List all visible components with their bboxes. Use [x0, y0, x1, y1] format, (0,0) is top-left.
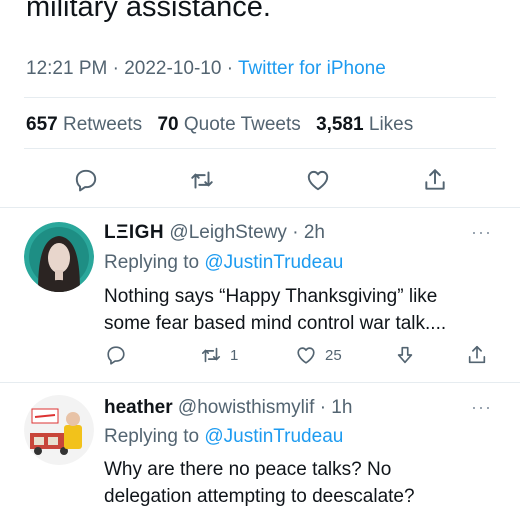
reply-text-line: Why are there no peace talks? No — [104, 459, 392, 480]
quote-tweets-stat[interactable]: 70 Quote Tweets — [157, 114, 300, 135]
replying-to: Replying to @JustinTrudeau — [104, 426, 343, 448]
reply-icon — [75, 169, 97, 192]
like-count: 25 — [325, 346, 342, 364]
heart-icon — [307, 170, 329, 191]
tweet-text: military assistance. — [26, 0, 271, 23]
share-icon — [425, 169, 445, 190]
separator-dot: · — [226, 58, 234, 79]
display-name[interactable]: LΞIGH — [104, 222, 164, 243]
reply-text: Nothing says “Happy Thanksgiving” like s… — [104, 283, 504, 337]
separator-dot: · — [292, 222, 299, 243]
reply-time[interactable]: 2h — [304, 222, 325, 243]
mention-link[interactable]: @JustinTrudeau — [204, 426, 343, 447]
reply-tweet[interactable]: LΞIGH @LeighStewy · 2h ··· Replying to @… — [0, 208, 520, 382]
likes-count: 3,581 — [316, 114, 364, 135]
reply-tweet[interactable]: heather @howisthismylif · 1h ··· Replyin… — [0, 383, 520, 520]
share-icon — [468, 345, 486, 364]
avatar[interactable] — [24, 395, 94, 465]
tweet-date[interactable]: 2022-10-10 — [124, 58, 221, 79]
retweet-button[interactable] — [188, 166, 216, 194]
avatar-image — [24, 395, 94, 465]
reply-time[interactable]: 1h — [331, 397, 352, 418]
retweets-stat[interactable]: 657 Retweets — [26, 114, 142, 135]
retweet-button[interactable]: 1 — [200, 342, 238, 368]
retweet-icon — [191, 171, 213, 189]
avatar-image — [24, 222, 94, 292]
retweets-count: 657 — [26, 114, 58, 135]
tweet-source-link[interactable]: Twitter for iPhone — [238, 58, 386, 79]
divider — [24, 148, 496, 149]
tweet-stats: 657 Retweets 70 Quote Tweets 3,581 Likes — [26, 114, 423, 136]
heart-icon — [297, 347, 315, 364]
replying-to-label: Replying to — [104, 426, 200, 447]
downvote-icon — [397, 346, 413, 364]
divider — [24, 97, 496, 98]
reply-icon — [107, 346, 125, 365]
reply-text-line: delegation attempting to deescalate? — [104, 486, 415, 507]
reply-text-line: Nothing says “Happy Thanksgiving” like — [104, 286, 438, 307]
replying-to: Replying to @JustinTrudeau — [104, 252, 343, 274]
display-name[interactable]: heather — [104, 397, 173, 418]
avatar[interactable] — [24, 222, 94, 292]
reply-button[interactable] — [72, 166, 100, 194]
retweet-count: 1 — [230, 346, 239, 364]
like-button[interactable] — [304, 166, 332, 194]
likes-label: Likes — [368, 114, 414, 135]
reply-button[interactable] — [105, 342, 127, 368]
more-options-icon[interactable]: ··· — [471, 222, 492, 243]
downvote-button[interactable] — [394, 342, 416, 368]
replying-to-label: Replying to — [104, 252, 200, 273]
reply-text: Why are there no peace talks? No delegat… — [104, 456, 504, 510]
like-button[interactable]: 25 — [295, 342, 342, 368]
user-handle[interactable]: @howisthismylif — [178, 397, 314, 418]
tweet-time[interactable]: 12:21 PM — [26, 58, 107, 79]
reply-header: LΞIGH @LeighStewy · 2h — [104, 222, 325, 244]
likes-stat[interactable]: 3,581 Likes — [316, 114, 413, 135]
quotes-label: Quote Tweets — [183, 114, 301, 135]
tweet-action-bar — [0, 160, 520, 200]
retweets-label: Retweets — [62, 114, 143, 135]
user-handle[interactable]: @LeighStewy — [169, 222, 287, 243]
mention-link[interactable]: @JustinTrudeau — [204, 252, 343, 273]
tweet-meta: 12:21 PM · 2022-10-10 · Twitter for iPho… — [26, 58, 386, 80]
separator-dot: · — [112, 58, 119, 79]
reply-action-bar: 1 25 — [0, 342, 520, 372]
reply-header: heather @howisthismylif · 1h — [104, 397, 352, 419]
more-options-icon[interactable]: ··· — [471, 397, 492, 418]
share-button[interactable] — [421, 166, 449, 194]
separator-dot: · — [319, 397, 327, 418]
retweet-icon — [201, 347, 221, 363]
share-button[interactable] — [466, 342, 488, 368]
reply-text-line: some fear based mind control war talk...… — [104, 313, 447, 334]
quotes-count: 70 — [157, 114, 179, 135]
